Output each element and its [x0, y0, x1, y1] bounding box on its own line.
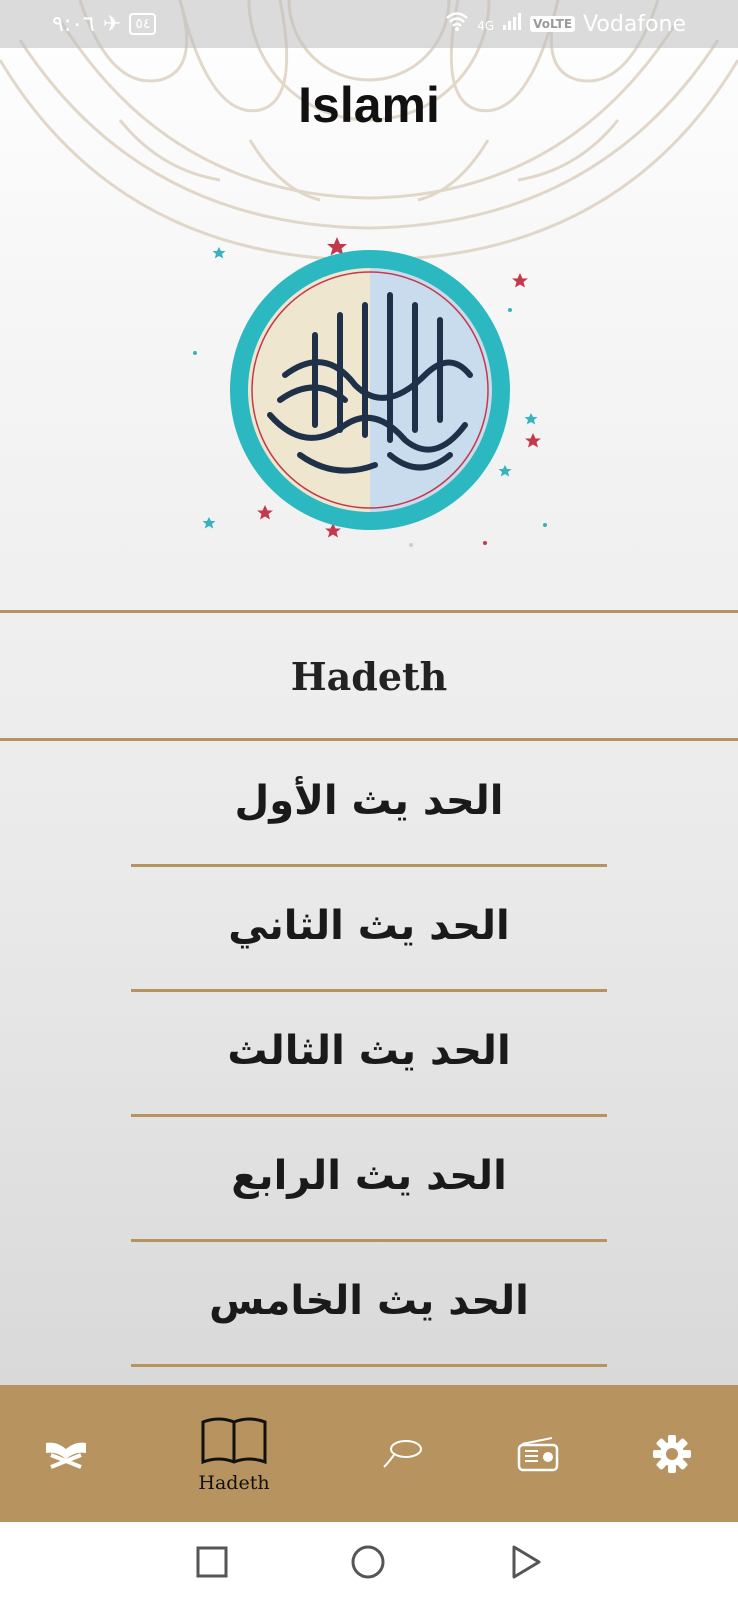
hadeth-item-1[interactable]: الحد يث الأول	[0, 740, 738, 862]
list-divider	[131, 1364, 607, 1367]
hadeth-item-4[interactable]: الحد يث الرابع	[0, 1115, 738, 1237]
system-nav-bar	[0, 1522, 738, 1600]
nav-radio[interactable]	[478, 1385, 598, 1522]
recents-button[interactable]	[192, 1542, 232, 1582]
quran-stand-icon	[46, 1442, 86, 1469]
hadeth-item-5[interactable]: الحد يث الخامس	[0, 1240, 738, 1362]
carrier-name: Vodafone	[583, 11, 686, 37]
home-button[interactable]	[348, 1542, 388, 1582]
app-title: Islami	[298, 77, 440, 133]
volte-badge: VoLTE	[530, 16, 576, 32]
nav-settings[interactable]	[612, 1385, 732, 1522]
battery-indicator: ٥٤	[129, 13, 157, 35]
status-bar: ٩:٠٦ ✈ ٥٤ 4G VoLTE Vodafone	[0, 0, 738, 48]
nav-hadeth-label: Hadeth	[198, 1471, 270, 1494]
status-time: ٩:٠٦	[52, 11, 95, 37]
back-button[interactable]	[506, 1542, 546, 1582]
hadeth-item-3[interactable]: الحد يث الثالث	[0, 990, 738, 1112]
tasbeeh-icon	[383, 1439, 422, 1468]
nav-tasbeeh[interactable]	[342, 1385, 462, 1522]
status-right: 4G VoLTE Vodafone	[445, 11, 686, 37]
gear-icon	[653, 1434, 691, 1473]
notification-icon: ✈	[102, 11, 122, 37]
nav-hadeth[interactable]: Hadeth	[174, 1385, 294, 1522]
basmala-emblem	[193, 237, 547, 547]
radio-icon	[517, 1436, 559, 1471]
section-title: Hadeth	[290, 653, 448, 699]
network-type: 4G	[477, 19, 495, 33]
nav-quran[interactable]	[6, 1385, 126, 1522]
signal-icon	[502, 11, 522, 37]
hadeth-item-2[interactable]: الحد يث الثاني	[0, 865, 738, 987]
bottom-nav: Hadeth	[0, 1385, 738, 1522]
status-left: ٩:٠٦ ✈ ٥٤	[52, 11, 157, 37]
wifi-icon	[445, 11, 469, 37]
open-book-icon	[201, 1417, 267, 1464]
